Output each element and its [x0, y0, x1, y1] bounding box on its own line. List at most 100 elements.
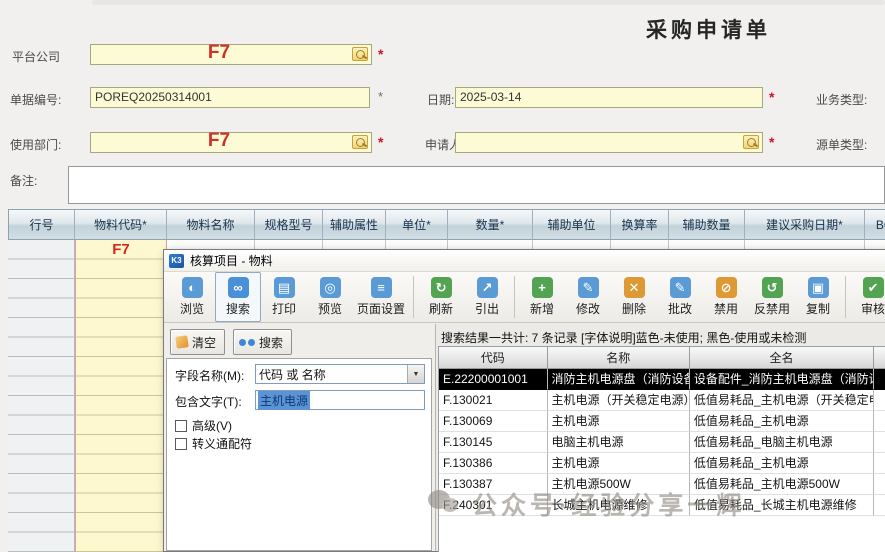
result-fullname: 低值易耗品_长城主机电源维修	[690, 495, 874, 516]
grid-header-cell[interactable]: 建议采购日期*	[745, 209, 865, 240]
item-lookup-dialog: K3 核算项目 - 物料 ◐ 浏览 ∞ 搜索 ▤ 打印	[163, 249, 885, 552]
export-icon: ↗	[477, 277, 498, 298]
modify-button[interactable]: ✎ 修改	[565, 272, 611, 322]
batch-edit-button[interactable]: ✎ 批改	[657, 272, 703, 322]
batch-edit-icon: ✎	[670, 277, 691, 298]
audit-button[interactable]: ✔ 审核	[850, 272, 885, 322]
chevron-down-icon[interactable]: ▼	[407, 365, 424, 383]
result-fullname: 低值易耗品_电脑主机电源	[690, 432, 874, 453]
contains-text-label: 包含文字(T):	[175, 393, 242, 410]
result-name: 主机电源500W	[548, 474, 690, 495]
search-icon: ∞	[228, 277, 249, 298]
escape-wildcard-checkbox-row[interactable]: 转义通配符	[175, 435, 252, 452]
主机电源-button[interactable]: F.130386 主机电源 低值易耗品_主机电源	[439, 453, 885, 474]
browse-button[interactable]: ◐ 浏览	[169, 272, 215, 322]
date-field[interactable]: 2025-03-14	[455, 87, 763, 108]
grid-header-cell[interactable]: 规格型号	[255, 209, 323, 240]
grid-header-cell[interactable]: 辅助数量	[669, 209, 745, 240]
platform-company-field[interactable]: F7	[90, 44, 372, 65]
主机电源500W-button[interactable]: F.130387 主机电源500W 低值易耗品_主机电源500W	[439, 474, 885, 495]
toolbar-separator	[514, 276, 515, 318]
disable-icon: ⊘	[716, 277, 737, 298]
field-name-value: 代码 或 名称	[256, 366, 407, 383]
result-name: 主机电源	[548, 453, 690, 474]
enable-icon: ↺	[762, 277, 783, 298]
contains-text-value: 主机电源	[258, 391, 310, 410]
grid-column[interactable]	[8, 240, 75, 552]
dialog-title: 核算项目 - 物料	[190, 252, 273, 269]
results-header-cell[interactable]: 名称	[548, 347, 690, 369]
长城主机电源维修-button[interactable]: F.240301 长城主机电源维修 低值易耗品_长城主机电源维修	[439, 495, 885, 516]
result-fullname: 低值易耗品_主机电源	[690, 411, 874, 432]
search-button[interactable]: ∞ 搜索	[215, 272, 261, 322]
grid-column[interactable]	[75, 240, 167, 552]
主机电源-button[interactable]: F.130069 主机电源 低值易耗品_主机电源	[439, 411, 885, 432]
advanced-checkbox[interactable]	[175, 420, 187, 432]
broom-icon	[175, 335, 189, 349]
dialog-titlebar[interactable]: K3 核算项目 - 物料	[164, 250, 885, 272]
remark-textarea[interactable]	[68, 166, 885, 204]
search-criteria-panel: 字段名称(M): 代码 或 名称 ▼ 包含文字(T): 主机电源 高级(V) 转…	[166, 358, 432, 551]
grid-header-cell[interactable]: 换算率	[611, 209, 669, 240]
search-button[interactable]: 搜索	[233, 329, 292, 355]
remark-label: 备注:	[10, 172, 37, 189]
f7-lookup-icon[interactable]	[743, 135, 759, 149]
print-button[interactable]: ▤ 打印	[261, 272, 307, 322]
grid-header-cell[interactable]: 单位*	[386, 209, 448, 240]
field-name-dropdown[interactable]: 代码 或 名称 ▼	[255, 364, 425, 384]
消防主机电源盘（消防设备-button[interactable]: E.22200001001 消防主机电源盘（消防设备 设备配件_消防主机电源盘（…	[439, 369, 885, 390]
browse-icon: ◐	[182, 277, 203, 298]
grid-header-cell[interactable]: 辅助属性	[323, 209, 386, 240]
results-header-cell[interactable]	[874, 347, 885, 369]
advanced-checkbox-row[interactable]: 高级(V)	[175, 417, 232, 434]
grid-header-cell[interactable]: BO	[865, 209, 885, 240]
add-icon: +	[532, 277, 553, 298]
result-fullname: 低值易耗品_主机电源（开关稳定电源	[690, 390, 874, 411]
result-name: 消防主机电源盘（消防设备	[548, 369, 690, 390]
page-setup-button[interactable]: ≡ 页面设置	[353, 272, 409, 322]
dept-field[interactable]: F7	[90, 132, 372, 153]
f7-lookup-icon[interactable]	[352, 135, 368, 149]
results-rows: E.22200001001 消防主机电源盘（消防设备 设备配件_消防主机电源盘（…	[439, 369, 885, 516]
page-title: 采购申请单	[646, 14, 771, 44]
add-button[interactable]: + 新增	[519, 272, 565, 322]
copy-button[interactable]: ▣ 复制	[795, 272, 841, 322]
grid-header-cell[interactable]: 物料名称	[167, 209, 255, 240]
result-name: 电脑主机电源	[548, 432, 690, 453]
copy-icon: ▣	[808, 277, 829, 298]
modify-icon: ✎	[578, 277, 599, 298]
clear-button[interactable]: 清空	[170, 329, 225, 355]
主机电源（开关稳定电源）-button[interactable]: F.130021 主机电源（开关稳定电源） 低值易耗品_主机电源（开关稳定电源	[439, 390, 885, 411]
applicant-field[interactable]	[455, 132, 763, 153]
contains-text-input[interactable]: 主机电源	[255, 390, 425, 410]
grid-header-cell[interactable]: 行号	[8, 209, 75, 240]
f7-lookup-icon[interactable]	[352, 47, 368, 61]
result-code: F.240301	[439, 495, 548, 516]
date-label: 日期:	[427, 91, 454, 108]
escape-wildcard-checkbox[interactable]	[175, 438, 187, 450]
result-code: F.130387	[439, 474, 548, 495]
result-extra	[874, 390, 885, 411]
required-asterisk: *	[378, 46, 383, 62]
result-code: F.130069	[439, 411, 548, 432]
grid-cell-material-code[interactable]: F7	[76, 241, 166, 259]
delete-button[interactable]: ✕ 删除	[611, 272, 657, 322]
results-header-cell[interactable]: 全名	[690, 347, 874, 369]
preview-button[interactable]: ◎ 预览	[307, 272, 353, 322]
results-table: 代码名称全名 E.22200001001 消防主机电源盘（消防设备 设备配件_消…	[438, 346, 885, 552]
enable-button[interactable]: ↺ 反禁用	[749, 272, 795, 322]
doc-no-label: 单据编号:	[10, 91, 61, 108]
result-name: 主机电源	[548, 411, 690, 432]
required-asterisk: *	[769, 89, 774, 105]
refresh-button[interactable]: ↻ 刷新	[418, 272, 464, 322]
grid-header-cell[interactable]: 物料代码*	[75, 209, 167, 240]
export-button[interactable]: ↗ 引出	[464, 272, 510, 322]
results-header-cell[interactable]: 代码	[439, 347, 548, 369]
disable-button[interactable]: ⊘ 禁用	[703, 272, 749, 322]
电脑主机电源-button[interactable]: F.130145 电脑主机电源 低值易耗品_电脑主机电源	[439, 432, 885, 453]
doc-no-field[interactable]: POREQ20250314001	[90, 87, 370, 108]
grid-header-cell[interactable]: 辅助单位	[533, 209, 611, 240]
grid-header-cell[interactable]: 数量*	[448, 209, 533, 240]
page-setup-icon: ≡	[371, 277, 392, 298]
result-extra	[874, 495, 885, 516]
